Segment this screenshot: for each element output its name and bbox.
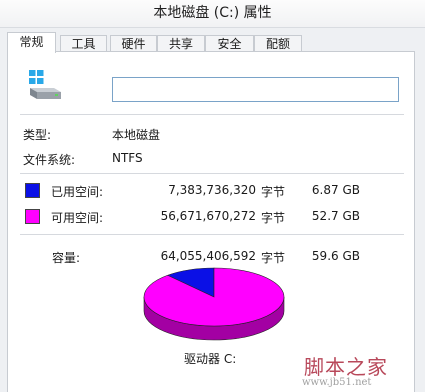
tab-general[interactable]: 常规 — [7, 32, 56, 53]
watermark-logo: 脚本之家 www.jb51.net — [300, 355, 422, 389]
watermark-url: www.jb51.net — [302, 377, 372, 388]
free-space-unit: 字节 — [261, 211, 286, 225]
free-space-size: 52.7 GB — [311, 209, 360, 223]
file-system-label: 文件系统: — [23, 153, 76, 167]
file-system-value: NTFS — [112, 151, 143, 165]
disk-usage-pie-chart — [143, 267, 285, 341]
pie-slice-free — [143, 267, 285, 327]
drive-name-input[interactable] — [112, 77, 399, 102]
tab-sharing[interactable]: 共享 — [157, 35, 205, 52]
divider-bottom — [20, 234, 404, 235]
hard-drive-icon — [29, 70, 61, 99]
used-space-unit: 字节 — [261, 185, 286, 199]
window-title: 本地磁盘 (C:) 属性 — [153, 5, 272, 21]
watermark-text: 脚本之家 — [304, 355, 388, 379]
capacity-label: 容量: — [52, 251, 81, 265]
used-space-swatch — [25, 183, 40, 198]
tab-security[interactable]: 安全 — [205, 35, 254, 52]
capacity-size: 59.6 GB — [311, 249, 360, 263]
divider-middle — [20, 173, 404, 174]
tab-hardware[interactable]: 硬件 — [110, 35, 157, 52]
type-value: 本地磁盘 — [112, 128, 161, 142]
divider-top — [20, 114, 404, 115]
free-space-swatch — [25, 209, 40, 224]
type-label: 类型: — [23, 128, 52, 142]
tab-quota[interactable]: 配额 — [254, 35, 302, 52]
used-space-size: 6.87 GB — [311, 183, 360, 197]
general-tab-panel: 类型: 本地磁盘 文件系统: NTFS 已用空间: 7,383,736,320 … — [7, 51, 415, 392]
drive-caption: 驱动器 C: — [184, 352, 237, 366]
used-space-label: 已用空间: — [51, 185, 104, 199]
free-space-label: 可用空间: — [51, 211, 104, 225]
title-bar: 本地磁盘 (C:) 属性 — [0, 0, 425, 28]
free-space-bytes: 56,671,670,272 — [160, 209, 256, 223]
capacity-bytes: 64,055,406,592 — [160, 249, 256, 263]
used-space-bytes: 7,383,736,320 — [168, 183, 256, 197]
tab-tools[interactable]: 工具 — [60, 35, 107, 52]
tab-strip: 常规 工具 硬件 共享 安全 配额 — [7, 32, 302, 53]
